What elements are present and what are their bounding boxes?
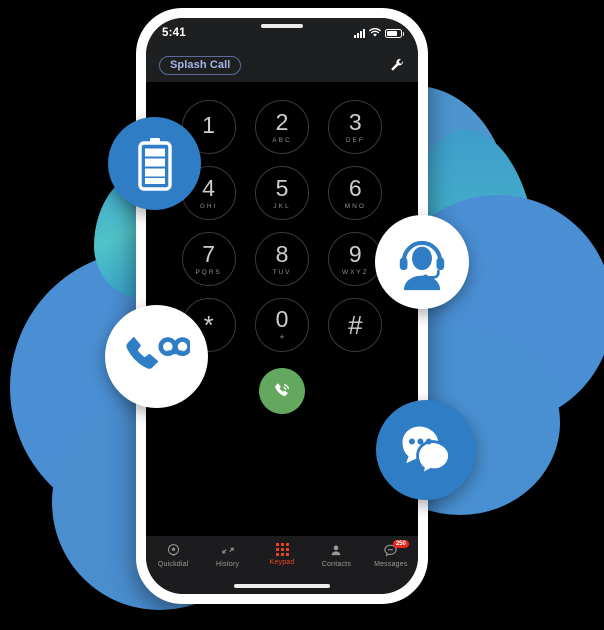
feature-icon-battery[interactable] <box>108 117 201 210</box>
key-letters: PQRS <box>195 268 222 276</box>
dialpad-key-hash[interactable]: # <box>328 298 383 352</box>
key-letters: + <box>279 332 285 342</box>
key-letters: DEF <box>345 136 365 144</box>
tab-contacts[interactable]: Contacts <box>309 543 363 568</box>
key-digit: 6 <box>348 174 362 201</box>
tab-label: Quickdial <box>157 561 189 568</box>
phone-screen: 5:41 Splash Call 1 2 ABC 3 DEF 4 GHI 5 J… <box>146 18 418 594</box>
tab-label: Messages <box>374 561 408 568</box>
tab-label: History <box>216 561 240 568</box>
keypad-dots-icon <box>275 543 289 556</box>
dialpad[interactable]: 1 2 ABC 3 DEF 4 GHI 5 JKL 6 MNO 7 PQRS 8… <box>146 82 418 352</box>
key-digit: 5 <box>275 174 289 201</box>
dialpad-key-3[interactable]: 3 DEF <box>328 100 383 154</box>
wifi-icon <box>369 28 381 37</box>
dialpad-key-5[interactable]: 5 JKL <box>254 166 309 220</box>
battery-icon <box>385 28 404 38</box>
star-circle-icon <box>167 544 179 557</box>
key-digit: 2 <box>275 108 289 135</box>
key-letters: WXYZ <box>341 268 369 276</box>
dialpad-key-8[interactable]: 8 TUV <box>254 232 309 286</box>
key-letters: TUV <box>272 268 292 276</box>
tab-label: Keypad <box>269 559 295 566</box>
earpiece-speaker <box>261 24 303 28</box>
key-digit: # <box>348 310 363 340</box>
app-bar: Splash Call <box>146 48 418 82</box>
chat-bubbles-icon <box>402 426 451 478</box>
headset-support-icon <box>399 241 445 291</box>
phone-call-icon <box>275 383 290 397</box>
voicemail-icon <box>125 336 190 369</box>
dialpad-key-7[interactable]: 7 PQRS <box>181 232 236 286</box>
tab-keypad[interactable]: Keypad <box>255 543 309 566</box>
illustration-canvas: 5:41 Splash Call 1 2 ABC 3 DEF 4 GHI 5 J… <box>0 0 604 630</box>
key-letters: GHI <box>199 202 218 210</box>
home-indicator <box>234 584 330 588</box>
status-bar: 5:41 <box>146 18 418 48</box>
key-digit: 0 <box>275 306 289 332</box>
feature-icon-chat[interactable] <box>376 400 476 500</box>
feature-icon-support-headset[interactable] <box>375 215 469 309</box>
tab-quickdial[interactable]: Quickdial <box>146 543 200 568</box>
key-letters: JKL <box>273 202 291 210</box>
person-icon <box>332 545 341 556</box>
status-bar-indicators <box>354 28 404 38</box>
key-digit: * <box>203 310 214 340</box>
tab-history[interactable]: History <box>200 543 254 568</box>
key-letters: ABC <box>272 136 292 144</box>
tab-label: Contacts <box>321 561 352 568</box>
cellular-signal-icon <box>354 28 365 38</box>
key-digit: 9 <box>348 240 362 267</box>
call-button[interactable] <box>259 368 305 414</box>
dialpad-key-6[interactable]: 6 MNO <box>328 166 383 220</box>
call-history-arrows-icon <box>221 547 234 554</box>
phone-frame: 5:41 Splash Call 1 2 ABC 3 DEF 4 GHI 5 J… <box>136 8 428 604</box>
phone-notch <box>226 18 338 40</box>
status-bar-time: 5:41 <box>162 27 186 39</box>
messages-badge: 250 <box>392 540 409 548</box>
feature-icon-voicemail[interactable] <box>105 305 208 408</box>
tab-messages[interactable]: 250 Messages <box>364 540 418 568</box>
bottom-tab-bar[interactable]: Quickdial History Keypad Contacts 250 Me… <box>146 536 418 594</box>
key-digit: 7 <box>202 240 216 267</box>
key-digit: 4 <box>202 174 216 201</box>
wrench-icon[interactable] <box>390 58 405 73</box>
dialpad-key-2[interactable]: 2 ABC <box>254 100 309 154</box>
key-letters: MNO <box>344 202 366 210</box>
battery-icon <box>137 137 172 191</box>
app-brand-pill[interactable]: Splash Call <box>159 55 242 75</box>
key-digit: 3 <box>348 108 362 135</box>
dialpad-key-0[interactable]: 0 + <box>254 298 309 352</box>
key-digit: 1 <box>202 112 216 138</box>
key-digit: 8 <box>275 240 289 267</box>
